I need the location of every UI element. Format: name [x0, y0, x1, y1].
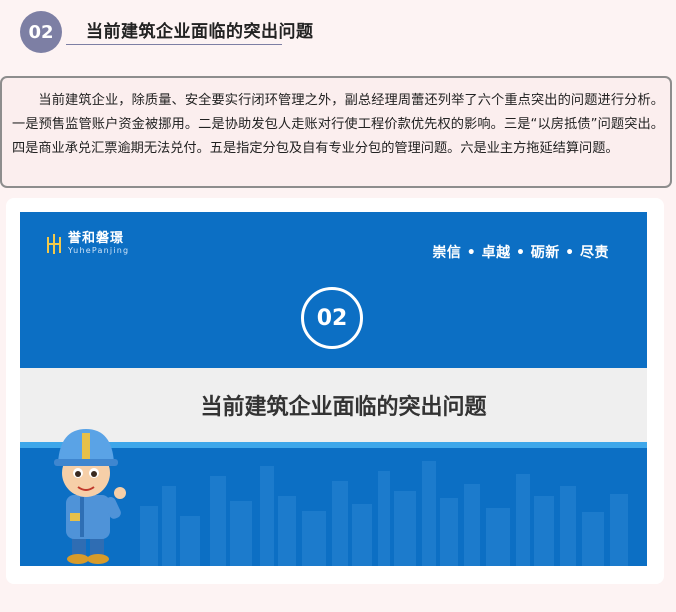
logo-mark-icon — [47, 234, 61, 254]
logo-name-cn: 誉和磐璟 — [68, 231, 125, 246]
company-logo: 誉和磐璟 YuhePanjing — [46, 232, 129, 256]
worker-mascot-icon — [54, 429, 126, 564]
company-slogan: 崇信 • 卓越 • 砺新 • 尽责 — [432, 245, 609, 261]
intro-text-card: 当前建筑企业，除质量、安全要实行闭环管理之外，副总经理周蕾还列举了六个重点突出的… — [0, 76, 672, 188]
title-underline — [66, 44, 282, 45]
section-title: 当前建筑企业面临的突出问题 — [86, 22, 314, 42]
section-number-badge: 02 — [20, 11, 62, 53]
intro-paragraph: 当前建筑企业，除质量、安全要实行闭环管理之外，副总经理周蕾还列举了六个重点突出的… — [12, 93, 664, 156]
logo-name-en: YuhePanjing — [68, 246, 130, 255]
section-header: 02 当前建筑企业面临的突出问题 — [0, 0, 676, 60]
banner-card: 誉和磐璟 YuhePanjing 崇信 • 卓越 • 砺新 • 尽责 02 当前… — [6, 198, 664, 584]
banner-number-circle: 02 — [301, 287, 363, 349]
banner-image: 誉和磐璟 YuhePanjing 崇信 • 卓越 • 砺新 • 尽责 02 当前… — [20, 212, 647, 566]
